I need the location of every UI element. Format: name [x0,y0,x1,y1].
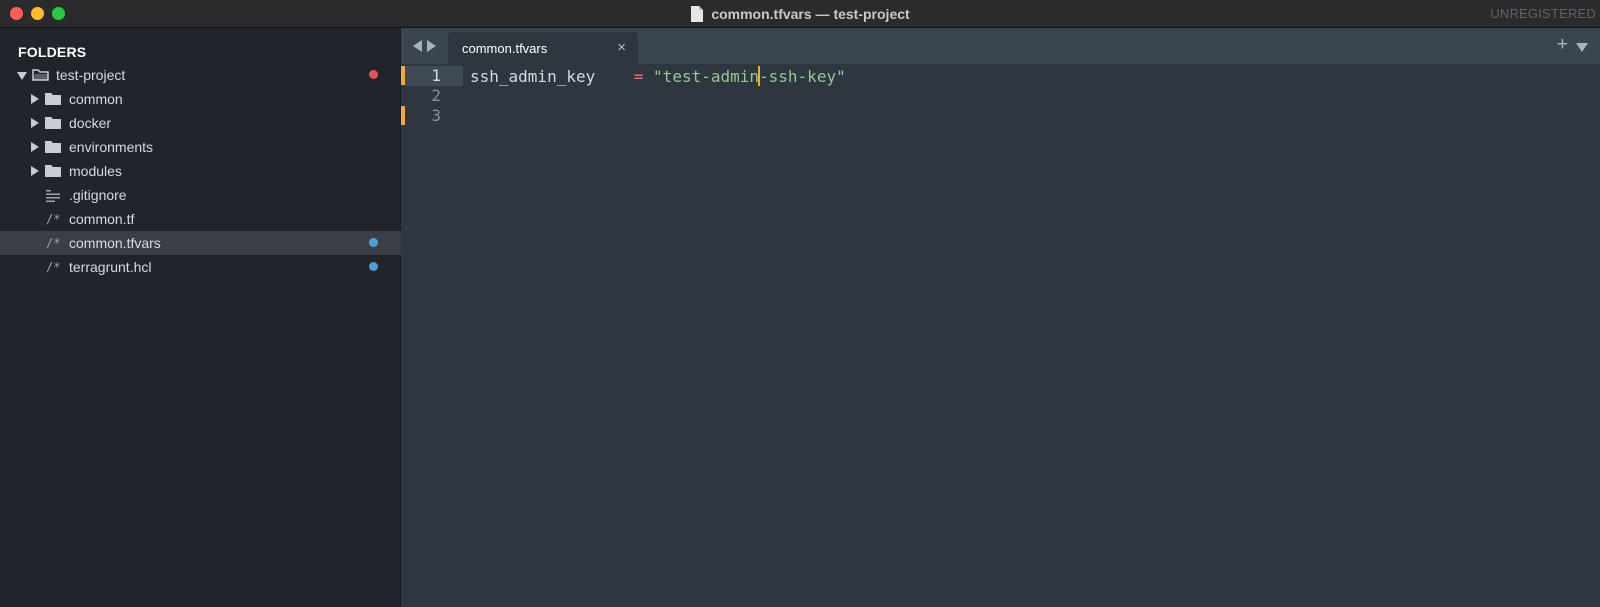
sidebar-item-label: .gitignore [69,187,127,203]
line-number: 3 [431,106,441,125]
sidebar-item-label: common.tfvars [69,235,161,251]
chevron-right-icon[interactable] [31,142,39,152]
license-status: UNREGISTERED [1490,6,1596,21]
sidebar-item-gitignore[interactable]: .gitignore [0,183,401,207]
variable-name: ssh_admin_key [470,67,596,86]
status-indicator [369,262,378,271]
sidebar-item-docker[interactable]: docker [0,111,401,135]
tab-navigation [413,40,436,52]
string-value-part: -ssh-key" [759,67,846,86]
window-title-group: common.tfvars — test-project [0,0,1600,28]
sidebar-item-label: test-project [56,67,126,83]
tab-label: common.tfvars [462,41,548,56]
chevron-right-icon[interactable] [31,166,39,176]
code-file-icon: /* [46,212,61,226]
next-tab-icon[interactable] [427,40,436,52]
plus-icon[interactable]: + [1557,34,1568,56]
sidebar-item-modules[interactable]: modules [0,159,401,183]
code-editor[interactable]: 1 2 3 ssh_admin_key = "test-admin-ssh-ke… [401,64,1600,607]
folder-icon [44,116,62,133]
line-number: 1 [431,66,441,85]
close-icon[interactable]: × [617,39,626,56]
sidebar-item-common-tf[interactable]: /* common.tf [0,207,401,231]
string-value-part: "test-admin [653,67,760,86]
folders-header: FOLDERS [18,44,87,60]
folder-icon [44,164,62,181]
sidebar-item-label: common [69,91,123,107]
chevron-right-icon[interactable] [31,94,39,104]
sidebar-item-common[interactable]: common [0,87,401,111]
chevron-down-icon[interactable] [1576,43,1588,52]
code-file-icon: /* [46,236,61,250]
folder-icon [44,140,62,157]
code-line[interactable]: ssh_admin_key = "test-admin-ssh-key" [470,66,846,86]
chevron-right-icon[interactable] [31,118,39,128]
title-bar: common.tfvars — test-project UNREGISTERE… [0,0,1600,28]
tab-bar: common.tfvars × + [401,28,1600,64]
lines-icon [46,189,60,205]
sidebar: FOLDERS test-project common docker envir… [0,28,401,607]
line-number: 2 [431,86,441,105]
chevron-down-icon[interactable] [17,72,27,80]
previous-tab-icon[interactable] [413,40,422,52]
document-icon [690,6,704,22]
sidebar-item-label: environments [69,139,154,155]
sidebar-item-test-project[interactable]: test-project [0,63,401,87]
sidebar-item-environments[interactable]: environments [0,135,401,159]
status-indicator [369,238,378,247]
window-title: common.tfvars — test-project [711,6,910,22]
sidebar-item-label: modules [69,163,122,179]
tab-common-tfvars[interactable]: common.tfvars × [448,32,638,64]
sidebar-item-terragrunt-hcl[interactable]: /* terragrunt.hcl [0,255,401,279]
open-folder-icon [32,68,50,85]
sidebar-item-label: docker [69,115,112,131]
code-file-icon: /* [46,260,61,274]
folder-icon [44,92,62,109]
sidebar-item-label: terragrunt.hcl [69,259,152,275]
sidebar-item-label: common.tf [69,211,135,227]
modified-indicator [369,70,378,79]
sidebar-item-common-tfvars[interactable]: /* common.tfvars [0,231,401,255]
assignment-operator: = [633,67,644,86]
